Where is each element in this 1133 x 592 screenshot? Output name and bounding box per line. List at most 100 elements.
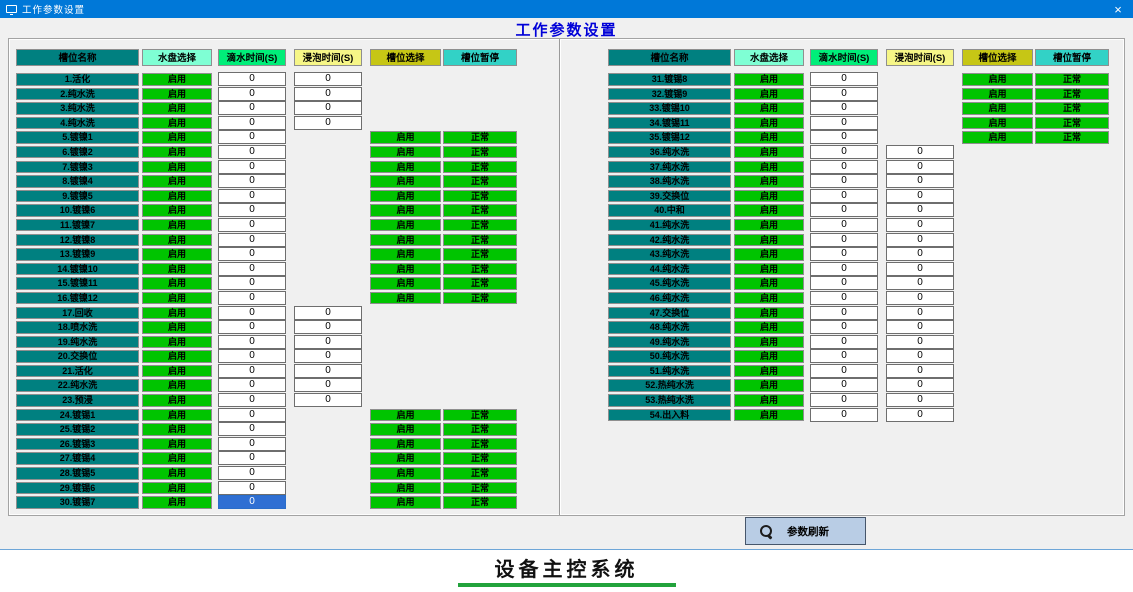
soak-time-input[interactable]: 0 — [886, 160, 954, 174]
slot-select-toggle[interactable]: 启用 — [370, 175, 441, 188]
drip-time-input[interactable]: 0 — [218, 437, 286, 451]
drip-time-input[interactable]: 0 — [218, 189, 286, 203]
slot-pause-status[interactable]: 正常 — [1035, 117, 1109, 130]
slot-pause-status[interactable]: 正常 — [443, 277, 517, 290]
soak-time-input[interactable]: 0 — [886, 233, 954, 247]
water-pan-toggle[interactable]: 启用 — [142, 438, 212, 451]
soak-time-input[interactable]: 0 — [294, 72, 362, 86]
water-pan-toggle[interactable]: 启用 — [142, 175, 212, 188]
soak-time-input[interactable]: 0 — [886, 262, 954, 276]
slot-select-toggle[interactable]: 启用 — [370, 131, 441, 144]
drip-time-input[interactable]: 0 — [810, 393, 878, 407]
water-pan-toggle[interactable]: 启用 — [734, 88, 804, 101]
drip-time-input[interactable]: 0 — [218, 262, 286, 276]
slot-select-toggle[interactable]: 启用 — [962, 88, 1033, 101]
drip-time-input[interactable]: 0 — [218, 335, 286, 349]
water-pan-toggle[interactable]: 启用 — [734, 73, 804, 86]
slot-pause-status[interactable]: 正常 — [443, 204, 517, 217]
drip-time-input[interactable]: 0 — [810, 72, 878, 86]
drip-time-input[interactable]: 0 — [810, 218, 878, 232]
water-pan-toggle[interactable]: 启用 — [142, 452, 212, 465]
soak-time-input[interactable]: 0 — [886, 247, 954, 261]
water-pan-toggle[interactable]: 启用 — [142, 336, 212, 349]
water-pan-toggle[interactable]: 启用 — [142, 190, 212, 203]
water-pan-toggle[interactable]: 启用 — [142, 102, 212, 115]
drip-time-input[interactable]: 0 — [218, 378, 286, 392]
soak-time-input[interactable]: 0 — [886, 291, 954, 305]
water-pan-toggle[interactable]: 启用 — [142, 73, 212, 86]
slot-pause-status[interactable]: 正常 — [443, 263, 517, 276]
water-pan-toggle[interactable]: 启用 — [142, 248, 212, 261]
drip-time-input[interactable]: 0 — [810, 262, 878, 276]
slot-pause-status[interactable]: 正常 — [443, 467, 517, 480]
slot-select-toggle[interactable]: 启用 — [370, 248, 441, 261]
slot-pause-status[interactable]: 正常 — [443, 496, 517, 509]
drip-time-input[interactable]: 0 — [810, 378, 878, 392]
slot-select-toggle[interactable]: 启用 — [370, 204, 441, 217]
slot-select-toggle[interactable]: 启用 — [370, 409, 441, 422]
water-pan-toggle[interactable]: 启用 — [142, 321, 212, 334]
water-pan-toggle[interactable]: 启用 — [734, 336, 804, 349]
drip-time-input[interactable]: 0 — [810, 116, 878, 130]
soak-time-input[interactable]: 0 — [886, 408, 954, 422]
soak-time-input[interactable]: 0 — [886, 218, 954, 232]
drip-time-input[interactable]: 0 — [810, 408, 878, 422]
soak-time-input[interactable]: 0 — [886, 349, 954, 363]
drip-time-input[interactable]: 0 — [218, 72, 286, 86]
water-pan-toggle[interactable]: 启用 — [734, 190, 804, 203]
water-pan-toggle[interactable]: 启用 — [142, 204, 212, 217]
water-pan-toggle[interactable]: 启用 — [142, 292, 212, 305]
soak-time-input[interactable]: 0 — [886, 189, 954, 203]
drip-time-input[interactable]: 0 — [810, 320, 878, 334]
drip-time-input[interactable]: 0 — [218, 218, 286, 232]
water-pan-toggle[interactable]: 启用 — [734, 307, 804, 320]
drip-time-input[interactable]: 0 — [218, 174, 286, 188]
soak-time-input[interactable]: 0 — [886, 174, 954, 188]
water-pan-toggle[interactable]: 启用 — [142, 277, 212, 290]
drip-time-input[interactable]: 0 — [218, 233, 286, 247]
drip-time-input[interactable]: 0 — [218, 87, 286, 101]
slot-select-toggle[interactable]: 启用 — [370, 263, 441, 276]
drip-time-input[interactable]: 0 — [810, 349, 878, 363]
drip-time-input[interactable]: 0 — [218, 320, 286, 334]
slot-select-toggle[interactable]: 启用 — [370, 161, 441, 174]
drip-time-input[interactable]: 0 — [218, 364, 286, 378]
water-pan-toggle[interactable]: 启用 — [734, 117, 804, 130]
water-pan-toggle[interactable]: 启用 — [142, 146, 212, 159]
slot-select-toggle[interactable]: 启用 — [370, 277, 441, 290]
drip-time-input[interactable]: 0 — [218, 291, 286, 305]
slot-pause-status[interactable]: 正常 — [443, 423, 517, 436]
drip-time-input[interactable]: 0 — [218, 160, 286, 174]
slot-pause-status[interactable]: 正常 — [443, 146, 517, 159]
water-pan-toggle[interactable]: 启用 — [734, 248, 804, 261]
water-pan-toggle[interactable]: 启用 — [142, 307, 212, 320]
slot-select-toggle[interactable]: 启用 — [370, 423, 441, 436]
water-pan-toggle[interactable]: 启用 — [142, 482, 212, 495]
drip-time-input[interactable]: 0 — [218, 481, 286, 495]
drip-time-input[interactable]: 0 — [218, 203, 286, 217]
water-pan-toggle[interactable]: 启用 — [734, 277, 804, 290]
drip-time-input[interactable]: 0 — [218, 393, 286, 407]
drip-time-input[interactable]: 0 — [810, 335, 878, 349]
water-pan-toggle[interactable]: 启用 — [142, 219, 212, 232]
drip-time-input[interactable]: 0 — [218, 349, 286, 363]
slot-select-toggle[interactable]: 启用 — [962, 73, 1033, 86]
slot-select-toggle[interactable]: 启用 — [962, 117, 1033, 130]
soak-time-input[interactable]: 0 — [294, 378, 362, 392]
water-pan-toggle[interactable]: 启用 — [142, 117, 212, 130]
soak-time-input[interactable]: 0 — [886, 378, 954, 392]
soak-time-input[interactable]: 0 — [294, 87, 362, 101]
water-pan-toggle[interactable]: 启用 — [142, 365, 212, 378]
soak-time-input[interactable]: 0 — [886, 335, 954, 349]
soak-time-input[interactable]: 0 — [294, 101, 362, 115]
water-pan-toggle[interactable]: 启用 — [142, 161, 212, 174]
slot-select-toggle[interactable]: 启用 — [370, 190, 441, 203]
drip-time-input[interactable]: 0 — [218, 247, 286, 261]
slot-pause-status[interactable]: 正常 — [443, 292, 517, 305]
water-pan-toggle[interactable]: 启用 — [734, 379, 804, 392]
water-pan-toggle[interactable]: 启用 — [142, 88, 212, 101]
drip-time-input[interactable]: 0 — [810, 233, 878, 247]
slot-select-toggle[interactable]: 启用 — [962, 131, 1033, 144]
drip-time-input[interactable]: 0 — [810, 101, 878, 115]
soak-time-input[interactable]: 0 — [886, 145, 954, 159]
